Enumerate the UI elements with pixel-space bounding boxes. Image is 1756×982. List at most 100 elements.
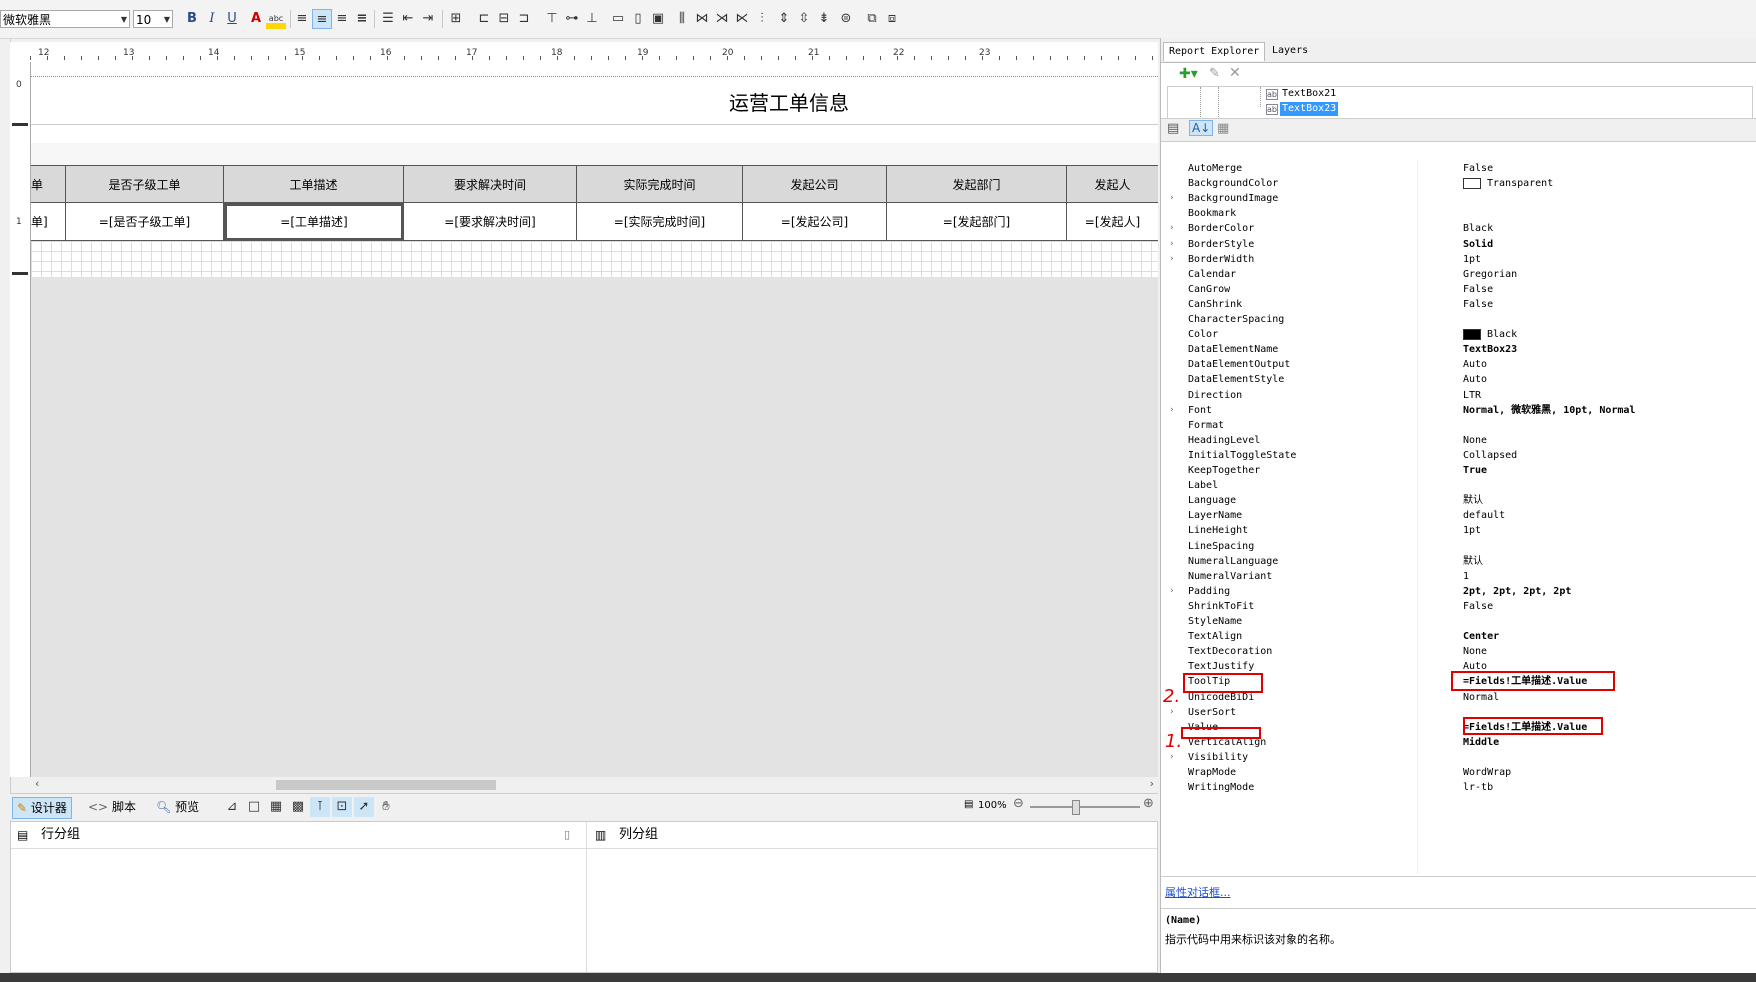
header-cell[interactable]: 工单描述: [224, 165, 404, 203]
header-cell[interactable]: 发起人: [1067, 165, 1158, 203]
tab-layers[interactable]: Layers: [1267, 42, 1313, 60]
italic-button[interactable]: I: [202, 9, 222, 29]
horizontal-spacing-remove-icon[interactable]: ⋉: [732, 9, 752, 29]
scroll-left-icon[interactable]: ‹: [35, 777, 39, 790]
add-icon[interactable]: ✚▾: [1179, 66, 1198, 82]
scroll-right-icon[interactable]: ›: [1150, 777, 1154, 790]
zoom-in-icon[interactable]: ⊕: [1143, 796, 1154, 811]
zoom-slider-thumb[interactable]: [1072, 800, 1080, 815]
detail-cell-selected[interactable]: =[工单描述]: [224, 203, 404, 241]
property-value[interactable]: Auto: [1463, 371, 1487, 388]
header-cell[interactable]: 是否子级工单: [66, 165, 224, 203]
grid-toggle-icon[interactable]: ▩: [288, 797, 308, 817]
snap-lines-icon[interactable]: ▦: [266, 797, 286, 817]
align-center-icon[interactable]: ≡: [312, 9, 332, 29]
tab-preview[interactable]: 🔍︎ 预览: [152, 797, 203, 817]
detail-cell[interactable]: =[发起人]: [1067, 203, 1158, 241]
property-dialog-link[interactable]: 属性对话框...: [1165, 884, 1231, 900]
expand-arrow-icon[interactable]: ›: [1170, 220, 1174, 237]
same-width-icon[interactable]: ▭: [608, 9, 628, 29]
zoom-out-icon[interactable]: ⊖: [1013, 796, 1024, 811]
detail-cell[interactable]: =[发起公司]: [743, 203, 887, 241]
detail-cell[interactable]: 单]: [31, 203, 66, 241]
ruler-toggle-icon[interactable]: ⊿: [222, 797, 242, 817]
property-value[interactable]: Black: [1463, 220, 1493, 237]
align-centers-icon[interactable]: ⊟: [494, 9, 514, 29]
font-name-combo[interactable]: 微软雅黑 ▼: [0, 10, 130, 28]
bullet-list-icon[interactable]: ☰: [378, 9, 398, 29]
property-value[interactable]: lr-tb: [1463, 779, 1493, 796]
horizontal-spacing-inc-icon[interactable]: ⋈: [692, 9, 712, 29]
tree-item-selected[interactable]: TextBox23: [1280, 102, 1339, 116]
align-right-icon[interactable]: ≡: [332, 9, 352, 29]
header-cell[interactable]: 发起部门: [887, 165, 1067, 203]
horizontal-scrollbar[interactable]: ‹ ›: [31, 777, 1158, 793]
report-page[interactable]: 运营工单信息 单 是否子级工单 工单描述 要求解决时间 实际完成时间 发起公司 …: [31, 62, 1158, 277]
same-size-icon[interactable]: ▣: [648, 9, 668, 29]
property-row[interactable]: DataElementStyle Auto: [1161, 371, 1756, 388]
edit-icon[interactable]: ✎: [1209, 66, 1220, 81]
vertical-spacing-dec-icon[interactable]: ⇳: [794, 9, 814, 29]
column-handle[interactable]: [404, 143, 578, 165]
align-left-icon[interactable]: ≡: [292, 9, 312, 29]
merge-cells-icon[interactable]: ⊞: [446, 9, 466, 29]
property-pages-icon[interactable]: ▦: [1217, 121, 1229, 136]
decrease-indent-icon[interactable]: ⇤: [398, 9, 418, 29]
column-handle[interactable]: [31, 143, 67, 165]
highlight-button[interactable]: abc: [266, 9, 286, 29]
font-size-combo[interactable]: 10 ▼: [133, 10, 173, 28]
zoom-slider-track[interactable]: [1030, 806, 1140, 808]
same-height-icon[interactable]: ▯: [628, 9, 648, 29]
snap-grid-icon[interactable]: ⊺: [310, 797, 330, 817]
detail-cell[interactable]: =[实际完成时间]: [577, 203, 743, 241]
vertical-spacing-icon[interactable]: ⫶: [752, 9, 772, 29]
detail-cell[interactable]: =[是否子级工单]: [66, 203, 224, 241]
hand-icon[interactable]: ✋︎: [376, 797, 396, 817]
pointer-icon[interactable]: ➚: [354, 797, 374, 817]
scrollbar-thumb[interactable]: [276, 780, 496, 790]
align-middles-icon[interactable]: ⊶: [562, 9, 582, 29]
header-cell[interactable]: 发起公司: [743, 165, 887, 203]
property-value[interactable]: 1pt: [1463, 522, 1481, 539]
column-handle[interactable]: [743, 143, 888, 165]
panel-menu-icon[interactable]: ▯: [564, 822, 570, 848]
dimension-lines-icon[interactable]: □: [244, 797, 264, 817]
header-cell[interactable]: 实际完成时间: [577, 165, 743, 203]
tab-report-explorer[interactable]: Report Explorer: [1163, 42, 1266, 61]
vertical-spacing-equal-icon[interactable]: ⊜: [836, 9, 856, 29]
column-handle[interactable]: [1067, 143, 1158, 165]
detail-cell[interactable]: =[发起部门]: [887, 203, 1067, 241]
font-color-button[interactable]: A: [246, 9, 266, 29]
header-cell[interactable]: 要求解决时间: [404, 165, 577, 203]
align-justify-icon[interactable]: ≡: [352, 9, 372, 29]
horizontal-spacing-icon[interactable]: ⫼: [672, 9, 692, 29]
bold-button[interactable]: B: [182, 9, 202, 29]
horizontal-spacing-dec-icon[interactable]: ⋊: [712, 9, 732, 29]
column-handle[interactable]: [224, 143, 405, 165]
header-cell[interactable]: 单: [31, 165, 66, 203]
send-to-back-icon[interactable]: ⧈: [882, 9, 902, 29]
tab-script[interactable]: <> 脚本: [84, 797, 140, 817]
fit-to-grid-icon[interactable]: ⊡: [332, 797, 352, 817]
delete-icon[interactable]: ✕: [1229, 65, 1241, 81]
column-handle[interactable]: [577, 143, 744, 165]
property-row[interactable]: › BorderColor Black: [1161, 220, 1756, 237]
vertical-spacing-inc-icon[interactable]: ⇕: [774, 9, 794, 29]
align-lefts-icon[interactable]: ⊏: [474, 9, 494, 29]
tab-designer[interactable]: ✎ 设计器: [12, 797, 72, 819]
property-row[interactable]: LineHeight 1pt: [1161, 522, 1756, 539]
align-bottoms-icon[interactable]: ⊥: [582, 9, 602, 29]
report-title[interactable]: 运营工单信息: [31, 87, 1158, 116]
align-rights-icon[interactable]: ⊐: [514, 9, 534, 29]
categorized-icon[interactable]: ▤: [1167, 121, 1179, 136]
property-row[interactable]: WritingMode lr-tb: [1161, 779, 1756, 796]
bring-to-front-icon[interactable]: ⧉: [862, 9, 882, 29]
alphabetical-icon[interactable]: A↓: [1189, 120, 1214, 136]
underline-button[interactable]: U: [222, 9, 242, 29]
column-handle[interactable]: [66, 143, 225, 165]
design-canvas[interactable]: 运营工单信息 单 是否子级工单 工单描述 要求解决时间 实际完成时间 发起公司 …: [31, 62, 1158, 777]
column-handle[interactable]: [887, 143, 1068, 165]
vertical-spacing-remove-icon[interactable]: ⇟: [814, 9, 834, 29]
design-grid[interactable]: [31, 241, 1158, 277]
tree-item[interactable]: TextBox21: [1280, 87, 1338, 101]
